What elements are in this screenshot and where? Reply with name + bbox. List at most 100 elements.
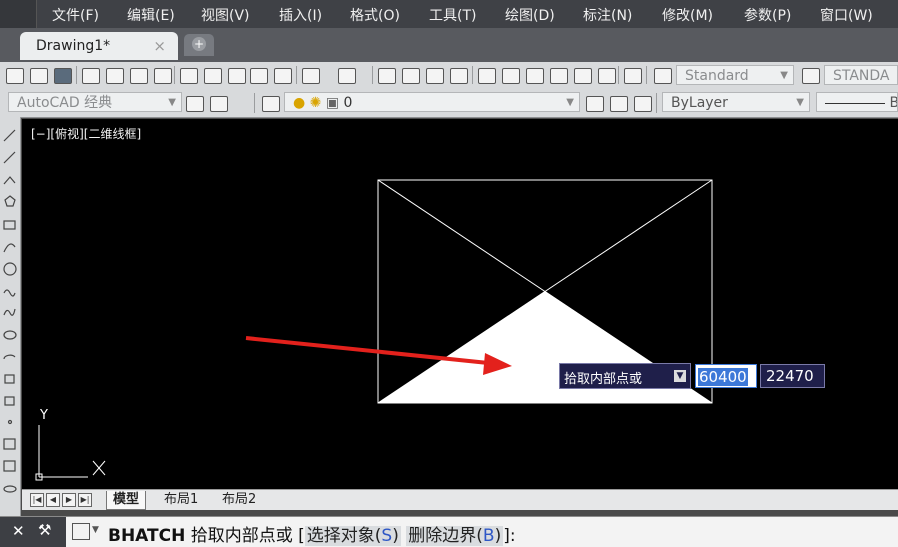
command-prompt-text: 拾取内部点或 (190, 526, 293, 546)
file-tab-drawing1[interactable]: Drawing1* × (20, 32, 178, 60)
layer-properties-icon[interactable] (262, 96, 280, 112)
open-file-icon[interactable] (30, 68, 48, 84)
block-editor-icon[interactable] (274, 68, 292, 84)
menu-file[interactable]: 文件(F) (52, 5, 99, 25)
text-style-icon[interactable] (654, 68, 672, 84)
3d-print-icon[interactable] (154, 68, 172, 84)
dim-style-icon[interactable] (802, 68, 820, 84)
plot-preview-icon[interactable] (106, 68, 124, 84)
copy-icon[interactable] (204, 68, 222, 84)
properties-icon[interactable] (478, 68, 496, 84)
toolbar-separator (646, 66, 647, 84)
command-prompt: BHATCH 拾取内部点或 [选择对象(S) 删除边界(B)]: (108, 521, 516, 546)
layer-value: 0 (343, 95, 353, 111)
standard-toolbar: Standard ▼ STANDA (0, 62, 898, 90)
help-icon[interactable] (624, 68, 642, 84)
option-select-objects[interactable]: 选择对象(S) (304, 526, 401, 546)
linetype-select[interactable]: B (816, 92, 898, 112)
menu-dimension[interactable]: 标注(N) (583, 5, 632, 25)
lightbulb-icon: ● (293, 95, 306, 111)
linetype-preview (825, 102, 885, 104)
color-select[interactable]: ByLayer ▼ (662, 92, 810, 112)
option-label: 选择对象( (306, 526, 382, 546)
x-coordinate-input[interactable]: 60400 (695, 364, 757, 388)
menu-insert[interactable]: 插入(I) (279, 5, 322, 25)
plus-icon: + (192, 37, 206, 51)
option-end: ) (494, 526, 502, 546)
revision-cloud-icon (3, 289, 16, 297)
text-style-select[interactable]: Standard ▼ (676, 65, 794, 85)
tab-model[interactable]: 模型 (106, 491, 147, 510)
last-tab-icon[interactable]: ▶| (78, 493, 92, 507)
toolbar-separator (296, 66, 297, 84)
menu-tools[interactable]: 工具(T) (429, 5, 476, 25)
zoom-window-icon[interactable] (426, 68, 444, 84)
tab-layout2[interactable]: 布局2 (222, 491, 256, 509)
design-center-icon[interactable] (502, 68, 520, 84)
tab-layout1[interactable]: 布局1 (164, 491, 198, 509)
toolbar-separator (254, 93, 255, 113)
dim-style-select[interactable]: STANDA (824, 65, 898, 85)
redo-icon[interactable] (338, 68, 356, 84)
match-properties-icon[interactable] (250, 68, 268, 84)
down-arrow-icon[interactable]: ▼ (674, 370, 686, 382)
workspace-settings-icon[interactable] (186, 96, 204, 112)
tool-palettes-icon[interactable] (526, 68, 544, 84)
chevron-down-icon: ▼ (168, 97, 176, 108)
close-tab-icon[interactable]: × (153, 37, 166, 55)
zoom-previous-icon[interactable] (450, 68, 468, 84)
new-tab-button[interactable]: + (184, 34, 214, 56)
first-tab-icon[interactable]: |◀ (30, 493, 44, 507)
construction-line-icon (3, 151, 16, 164)
zoom-realtime-icon[interactable] (402, 68, 420, 84)
plot-icon[interactable] (82, 68, 100, 84)
cut-icon[interactable] (180, 68, 198, 84)
close-icon[interactable]: ✕ (12, 522, 25, 540)
save-icon[interactable] (54, 68, 72, 84)
menu-bar: 文件(F) 编辑(E) 视图(V) 插入(I) 格式(O) 工具(T) 绘图(D… (0, 0, 898, 29)
menu-parametric[interactable]: 参数(P) (744, 5, 791, 25)
menu-draw[interactable]: 绘图(D) (505, 5, 555, 25)
pan-icon[interactable] (378, 68, 396, 84)
wrench-icon[interactable]: ⚒ (38, 521, 51, 539)
hatch-command-icon[interactable] (72, 523, 90, 540)
dynamic-input-prompt: 拾取内部点或 ▼ (559, 363, 691, 389)
ucs-y-label: Y (39, 408, 48, 423)
layers-toolbar: AutoCAD 经典 ▼ ● ✺ ▣ 0 ▼ ByLayer ▼ B (0, 89, 898, 118)
markup-icon[interactable] (574, 68, 592, 84)
menu-view[interactable]: 视图(V) (201, 5, 250, 25)
rectangle-icon (3, 220, 16, 230)
next-tab-icon[interactable]: ▶ (62, 493, 76, 507)
app-menu-button[interactable] (0, 0, 37, 28)
polyline-icon (3, 176, 16, 185)
menu-window[interactable]: 窗口(W) (820, 5, 873, 25)
point-icon (7, 419, 13, 425)
workspace-select[interactable]: AutoCAD 经典 ▼ (8, 92, 182, 112)
y-coordinate-input[interactable]: 22470 (760, 364, 825, 388)
sheet-set-icon[interactable] (550, 68, 568, 84)
ellipse-arc-icon (3, 354, 16, 360)
undo-icon[interactable] (302, 68, 320, 84)
new-file-icon[interactable] (6, 68, 24, 84)
prev-tab-icon[interactable]: ◀ (46, 493, 60, 507)
command-line[interactable]: ✕ ⚒ ▼ BHATCH 拾取内部点或 [选择对象(S) 删除边界(B)]: (0, 516, 898, 547)
menu-modify[interactable]: 修改(M) (662, 5, 713, 25)
publish-icon[interactable] (130, 68, 148, 84)
make-current-layer-icon[interactable] (586, 96, 604, 112)
layer-previous-icon[interactable] (610, 96, 628, 112)
file-tab-bar: Drawing1* × + (0, 28, 898, 62)
menu-format[interactable]: 格式(O) (350, 5, 400, 25)
toolbar-separator (174, 66, 175, 84)
chevron-down-icon: ▼ (780, 70, 788, 81)
layer-state-icon[interactable] (634, 96, 652, 112)
menu-edit[interactable]: 编辑(E) (127, 5, 175, 25)
circle-icon (3, 262, 17, 276)
chevron-down-icon[interactable]: ▼ (92, 525, 99, 535)
calculator-icon[interactable] (598, 68, 616, 84)
paste-icon[interactable] (228, 68, 246, 84)
drawing-canvas[interactable]: [−][俯视][二维线框] Y (22, 119, 898, 489)
layer-select[interactable]: ● ✺ ▣ 0 ▼ (284, 92, 580, 112)
drawing-svg: Y (35, 179, 713, 481)
workspace-toolbar-icon[interactable] (210, 96, 228, 112)
option-remove-boundaries[interactable]: 删除边界(B) (406, 526, 504, 546)
